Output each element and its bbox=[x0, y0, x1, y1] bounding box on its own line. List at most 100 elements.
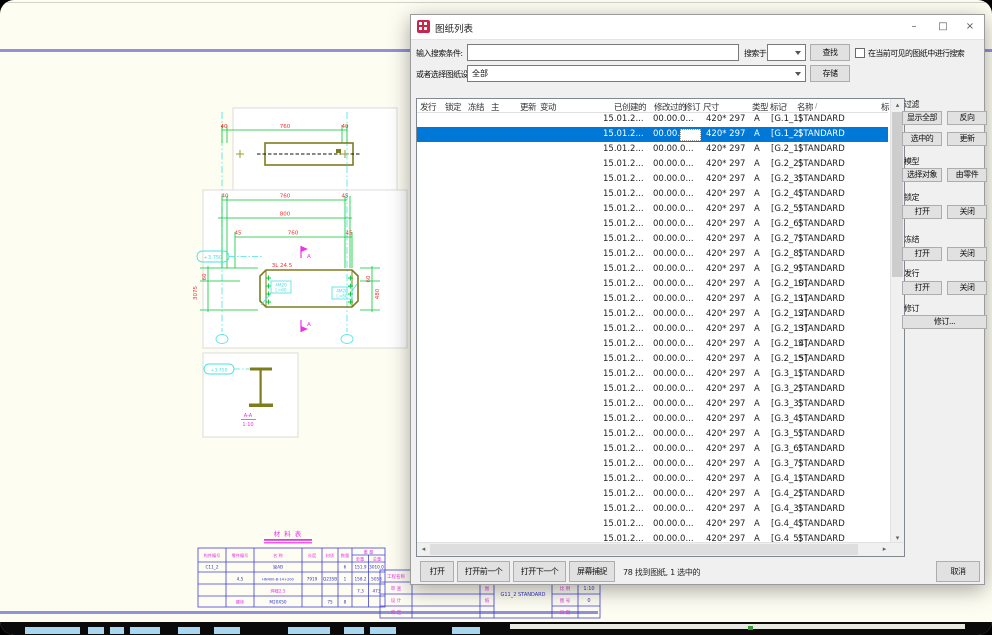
table-cell: A bbox=[754, 474, 760, 484]
open-button[interactable]: 打开 bbox=[420, 561, 454, 582]
svg-text:C11_2: C11_2 bbox=[205, 565, 218, 570]
table-row[interactable]: 15.01.2...00.00.0...420* 297A[G.2_9]STAN… bbox=[417, 262, 888, 277]
save-preset-button[interactable]: 存储 bbox=[810, 65, 850, 82]
table-row[interactable]: 15.01.2...00.00.0...420* 297A[G.2_2]STAN… bbox=[417, 157, 888, 172]
table-row[interactable]: 15.01.2...00.00.0...420* 297A[G.2_7]STAN… bbox=[417, 232, 888, 247]
issue-off-button[interactable]: 关闭 bbox=[947, 281, 987, 295]
open-previous-button[interactable]: 打开前一个 bbox=[457, 561, 510, 582]
table-header-row[interactable]: 发行 锁定 冻结 主 更新 变动 已创建的 修改过的 修订 尺寸 类型 标记 ∕… bbox=[417, 99, 888, 113]
lock-on-button[interactable]: 打开 bbox=[902, 205, 942, 219]
find-button[interactable]: 查找 bbox=[810, 44, 850, 61]
table-row[interactable]: 15.01.2...00.00.0...420* 297A[G.3_1]STAN… bbox=[417, 367, 888, 382]
search-criteria-input[interactable] bbox=[467, 44, 739, 61]
table-cell: STANDARD bbox=[798, 114, 845, 124]
table-cell: A bbox=[754, 264, 760, 274]
table-cell: STANDARD bbox=[798, 264, 845, 274]
lock-off-button[interactable]: 关闭 bbox=[947, 205, 987, 219]
table-row[interactable]: 15.01.2...00.00.0...420* 297A[G.4_4]STAN… bbox=[417, 517, 888, 532]
table-row[interactable]: 15.01.2...00.00.0...420* 297A[G.3_7]STAN… bbox=[417, 457, 888, 472]
table-row[interactable]: 15.01.2...00.00.0...420* 297A[G.3_4]STAN… bbox=[417, 412, 888, 427]
table-cell: STANDARD bbox=[798, 429, 845, 439]
horizontal-scrollbar[interactable]: ◂ ▸ bbox=[417, 542, 904, 556]
freeze-off-button[interactable]: 关闭 bbox=[947, 247, 987, 261]
filter-invert-button[interactable]: 反向 bbox=[947, 111, 987, 125]
table-cell: STANDARD bbox=[798, 444, 845, 454]
table-cell: STANDARD bbox=[798, 339, 845, 349]
table-cell: 00.00.0... bbox=[653, 519, 694, 529]
table-cell: 420* 297 bbox=[706, 369, 745, 379]
table-row[interactable]: 15.01.2...00.00.0...420* 297A[G.3_2]STAN… bbox=[417, 382, 888, 397]
maximize-button[interactable]: □ bbox=[935, 18, 951, 35]
svg-text:75: 75 bbox=[327, 600, 333, 605]
table-cell: 420* 297 bbox=[706, 114, 745, 124]
table-row[interactable]: 15.01.2...00.00.0...420* 297A[G.1_1]STAN… bbox=[417, 112, 888, 127]
model-select-objects-button[interactable]: 选择对象 bbox=[902, 168, 942, 182]
svg-text:800: 800 bbox=[280, 212, 291, 218]
table-row[interactable]: 15.01.2...00.00.0...420* 297A[G.2_3]STAN… bbox=[417, 172, 888, 187]
table-row[interactable]: 15.01.2...00.00.0...420* 297A[G.2_10]STA… bbox=[417, 277, 888, 292]
table-cell: 00.00.0... bbox=[653, 279, 694, 289]
table-cell: 15.01.2... bbox=[603, 114, 644, 124]
table-cell: STANDARD bbox=[798, 309, 845, 319]
snapshot-button[interactable]: 屏幕捕捉 bbox=[569, 561, 615, 582]
model-by-parts-button[interactable]: 由零件 bbox=[947, 168, 987, 182]
table-row[interactable]: 15.01.2...00.00.0...420* 297A[G.4_2]STAN… bbox=[417, 487, 888, 502]
table-cell: STANDARD bbox=[798, 279, 845, 289]
freeze-on-button[interactable]: 打开 bbox=[902, 247, 942, 261]
table-row[interactable]: 15.01.2...00.00.0...420* 297A[G.3_3]STAN… bbox=[417, 397, 888, 412]
filter-selected-button[interactable]: 选中的 bbox=[902, 132, 942, 146]
search-in-label: 搜索于 bbox=[744, 48, 766, 59]
svg-text:梁AB: 梁AB bbox=[273, 564, 283, 571]
table-row[interactable]: 15.01.2...00.00.0...420* 297A[G.2_5]STAN… bbox=[417, 202, 888, 217]
svg-text:Q235B: Q235B bbox=[323, 577, 337, 582]
table-row[interactable]: 15.01.2...00.00.0...420* 297A[G.2_15]STA… bbox=[417, 352, 888, 367]
search-visible-only-checkbox[interactable] bbox=[855, 48, 865, 58]
table-row[interactable]: 15.01.2...00.00.0...420* 297A[G.1_2]STAN… bbox=[417, 127, 888, 142]
dialog-titlebar[interactable]: 图纸列表 – □ × bbox=[411, 15, 984, 40]
table-row[interactable]: 15.01.2...00.00.0...420* 297A[G.2_12]STA… bbox=[417, 307, 888, 322]
close-button[interactable]: × bbox=[962, 18, 978, 35]
table-row[interactable]: 15.01.2...00.00.0...420* 297A[G.2_4]STAN… bbox=[417, 187, 888, 202]
window-top-line bbox=[0, 2, 992, 3]
issue-group-label: 发行 bbox=[904, 268, 919, 279]
open-next-button[interactable]: 打开下一个 bbox=[513, 561, 566, 582]
table-cell: STANDARD bbox=[798, 369, 845, 379]
horizontal-scroll-thumb[interactable] bbox=[430, 544, 858, 555]
preset-dropdown[interactable]: 全部 bbox=[467, 65, 806, 82]
table-row[interactable]: 15.01.2...00.00.0...420* 297A[G.2_8]STAN… bbox=[417, 247, 888, 262]
table-cell: A bbox=[754, 309, 760, 319]
revision-button[interactable]: 修订... bbox=[902, 315, 987, 329]
table-row[interactable]: 15.01.2...00.00.0...420* 297A[G.2_6]STAN… bbox=[417, 217, 888, 232]
svg-text:图: 图 bbox=[485, 586, 490, 592]
table-cell: 00.00.0... bbox=[653, 474, 694, 484]
cancel-button[interactable]: 取消 bbox=[936, 561, 980, 582]
svg-text:重 量: 重 量 bbox=[364, 549, 374, 556]
svg-text:7919: 7919 bbox=[307, 577, 318, 582]
table-cell: 420* 297 bbox=[706, 414, 745, 424]
filter-show-all-button[interactable]: 显示全部 bbox=[902, 111, 942, 125]
table-cell: STANDARD bbox=[798, 399, 845, 409]
table-row[interactable]: 15.01.2...00.00.0...420* 297A[G.4_3]STAN… bbox=[417, 502, 888, 517]
table-cell: 00.00.0... bbox=[653, 249, 694, 259]
svg-text:7.3: 7.3 bbox=[357, 589, 364, 594]
filter-update-button[interactable]: 更新 bbox=[947, 132, 987, 146]
table-row[interactable]: 15.01.2...00.00.0...420* 297A[G.3_5]STAN… bbox=[417, 427, 888, 442]
revision-edit-cell[interactable] bbox=[680, 129, 701, 141]
minimize-button[interactable]: – bbox=[906, 18, 922, 35]
svg-text:8: 8 bbox=[344, 600, 347, 605]
issue-on-button[interactable]: 打开 bbox=[902, 281, 942, 295]
svg-text:3010.0: 3010.0 bbox=[369, 565, 384, 570]
table-cell: A bbox=[754, 399, 760, 409]
scroll-left-arrow[interactable]: ◂ bbox=[417, 543, 430, 556]
table-row[interactable]: 15.01.2...00.00.0...420* 297A[G.2_14]STA… bbox=[417, 337, 888, 352]
table-cell: 15.01.2... bbox=[603, 324, 644, 334]
table-cell: STANDARD bbox=[798, 249, 845, 259]
table-row[interactable]: 15.01.2...00.00.0...420* 297A[G.2_1]STAN… bbox=[417, 142, 888, 157]
table-row[interactable]: 15.01.2...00.00.0...420* 297A[G.4_1]STAN… bbox=[417, 472, 888, 487]
table-cell: STANDARD bbox=[798, 144, 845, 154]
search-in-dropdown[interactable] bbox=[767, 44, 806, 61]
scroll-right-arrow[interactable]: ▸ bbox=[878, 543, 891, 556]
table-row[interactable]: 15.01.2...00.00.0...420* 297A[G.3_6]STAN… bbox=[417, 442, 888, 457]
table-row[interactable]: 15.01.2...00.00.0...420* 297A[G.2_13]STA… bbox=[417, 322, 888, 337]
table-row[interactable]: 15.01.2...00.00.0...420* 297A[G.2_11]STA… bbox=[417, 292, 888, 307]
